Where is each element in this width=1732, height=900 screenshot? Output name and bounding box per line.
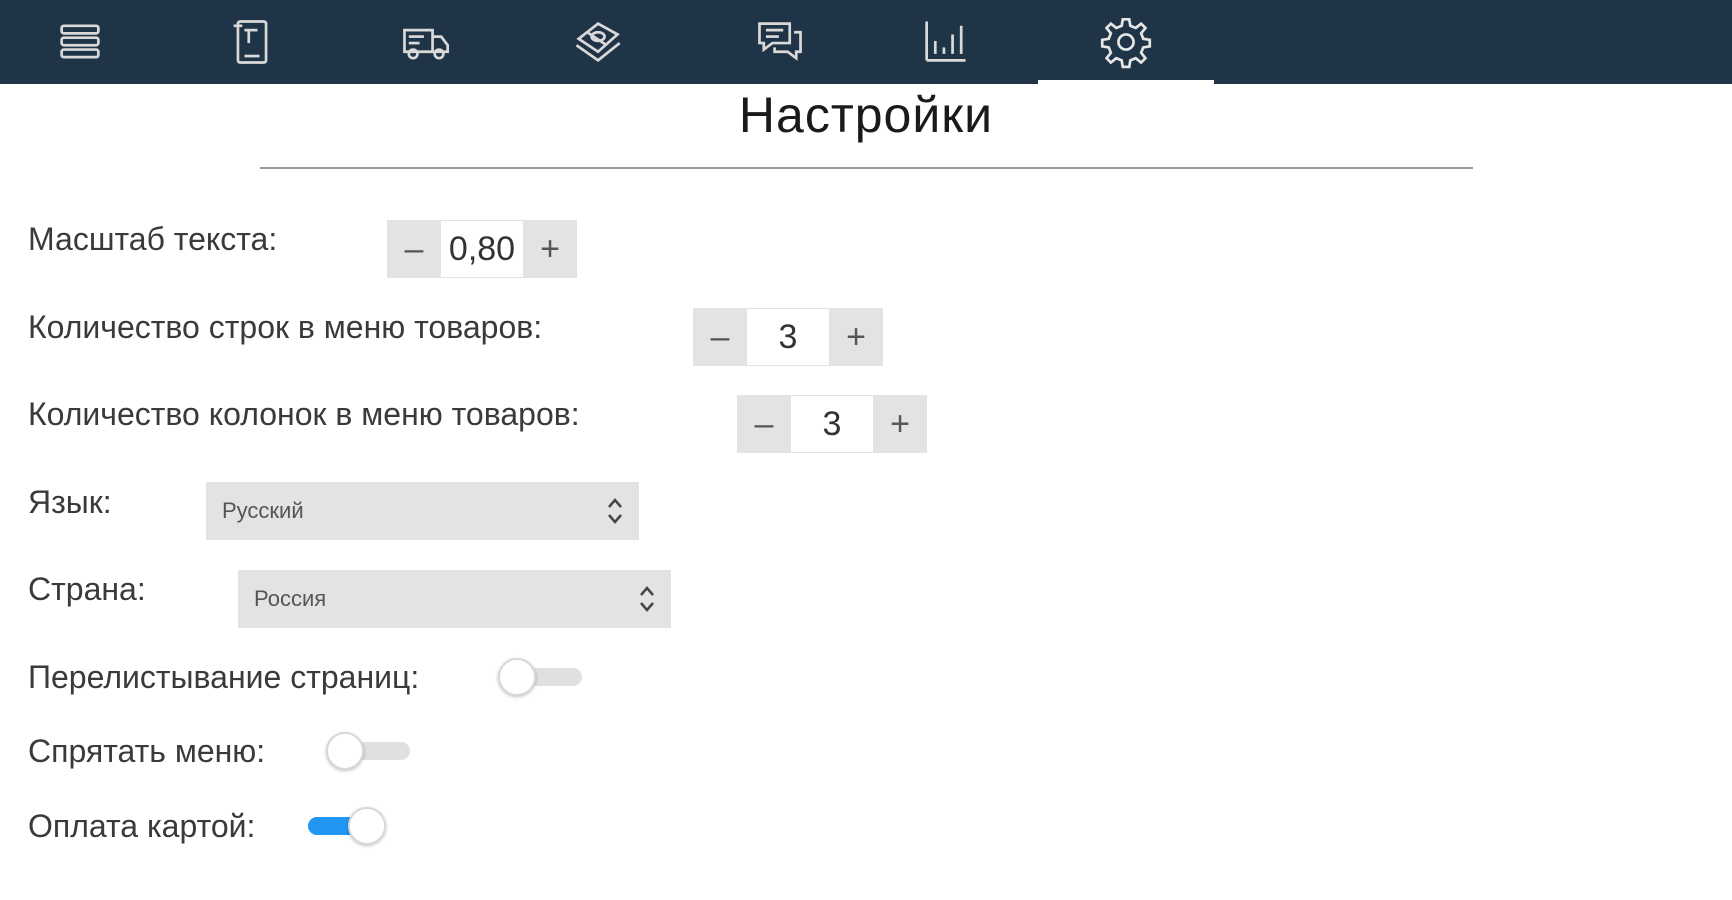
card-payment-toggle[interactable] (296, 807, 386, 845)
toggle-knob (326, 732, 364, 770)
menu-cols-label: Количество колонок в меню товаров: (28, 396, 580, 432)
language-select-value: Русский (222, 498, 304, 523)
card-payment-label: Оплата картой: (28, 808, 256, 844)
delivery-truck-icon (403, 28, 450, 60)
chart-icon (925, 21, 966, 62)
gear-icon (1100, 17, 1152, 69)
nav-settings[interactable] (1038, 0, 1214, 84)
menu-cols-decrease-button[interactable]: – (737, 395, 791, 453)
language-select[interactable]: Русский (206, 482, 639, 540)
nav-reports[interactable] (875, 0, 1015, 84)
menu-rows-stepper: – 3 + (693, 308, 883, 366)
page-title: Настройки (738, 87, 994, 143)
menu-rows-label: Количество строк в меню товаров: (28, 309, 543, 345)
nav-receipt[interactable] (182, 0, 322, 84)
select-arrows-icon (608, 498, 622, 524)
toggle-knob (348, 807, 386, 845)
hide-menu-label: Спрятать меню: (28, 733, 266, 769)
title-divider (260, 167, 1473, 169)
page-flip-toggle[interactable] (498, 658, 588, 696)
menu-cols-value[interactable]: 3 (791, 396, 873, 452)
money-icon (575, 22, 621, 63)
language-label: Язык: (28, 484, 112, 520)
country-select-value: Россия (254, 586, 327, 611)
page-flip-label: Перелистывание страниц: (28, 659, 420, 695)
menu-icon (60, 24, 100, 59)
hide-menu-toggle[interactable] (326, 732, 416, 770)
menu-rows-decrease-button[interactable]: – (693, 308, 747, 366)
menu-cols-increase-button[interactable]: + (873, 395, 927, 453)
menu-rows-increase-button[interactable]: + (829, 308, 883, 366)
nav-menu[interactable] (10, 0, 150, 84)
country-label: Страна: (28, 571, 146, 607)
nav-payments[interactable] (527, 0, 667, 84)
select-arrows-icon (640, 586, 654, 612)
text-scale-value[interactable]: 0,80 (441, 221, 523, 277)
menu-cols-stepper: – 3 + (737, 395, 927, 453)
text-scale-decrease-button[interactable]: – (387, 220, 441, 278)
receipt-icon (233, 20, 268, 64)
text-scale-increase-button[interactable]: + (523, 220, 577, 278)
nav-delivery[interactable] (355, 0, 495, 84)
menu-rows-value[interactable]: 3 (747, 309, 829, 365)
nav-messages[interactable] (710, 0, 850, 84)
chat-icon (758, 22, 802, 61)
toggle-knob (498, 658, 536, 696)
text-scale-stepper: – 0,80 + (387, 220, 577, 278)
country-select[interactable]: Россия (238, 570, 671, 628)
text-scale-label: Масштаб текста: (28, 221, 278, 257)
top-nav-bar (0, 0, 1732, 84)
